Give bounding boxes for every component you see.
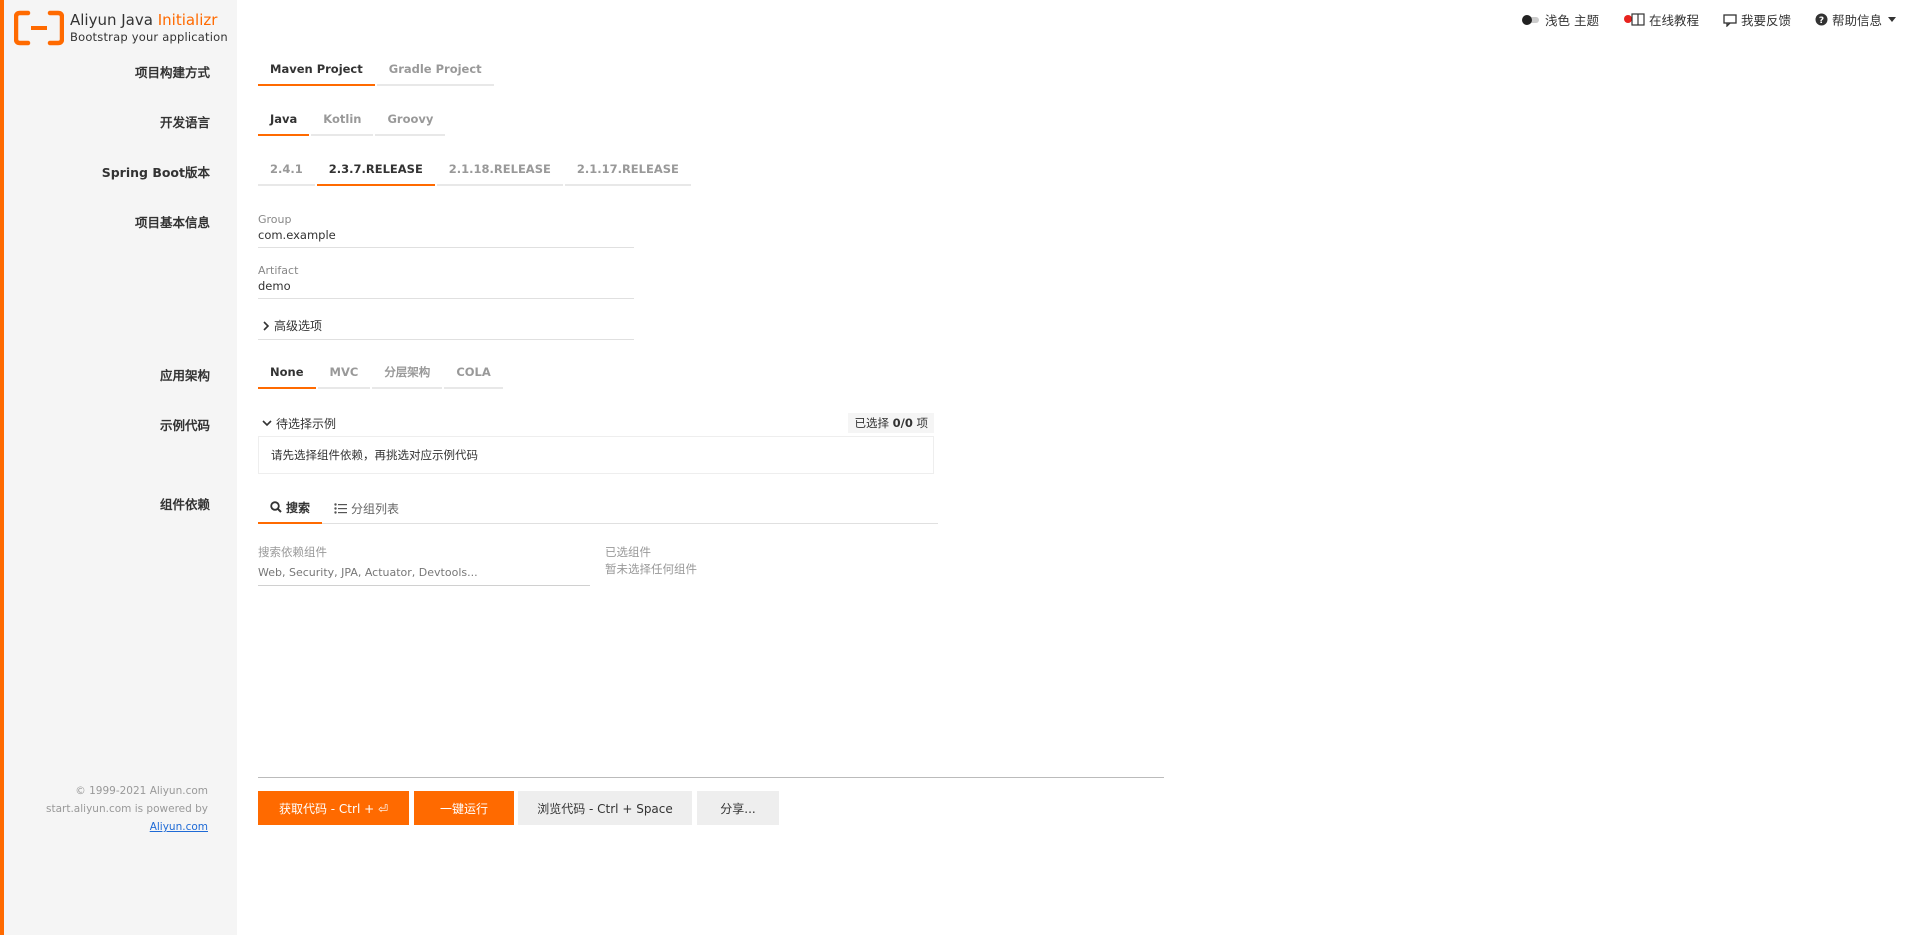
tab-lang-java[interactable]: Java [258, 108, 310, 136]
chevron-down-icon [262, 419, 272, 427]
top-nav: 浅色 主题 在线教程 我要反馈 ? 帮助信息 [1497, 10, 1900, 29]
tab-build-maven[interactable]: Maven Project [258, 58, 375, 86]
dependencies-label: 组件依赖 [159, 497, 210, 512]
group-field-value[interactable]: com.example [258, 227, 634, 247]
build-tabs: Maven Project Gradle Project [258, 58, 496, 86]
tab-lang-kotlin[interactable]: Kotlin [311, 108, 374, 136]
tab-dep-search-label: 搜索 [286, 500, 311, 515]
tab-dep-groups-label: 分组列表 [351, 501, 400, 516]
brand-tagline: Bootstrap your application [70, 30, 228, 44]
language-tabs: Java Kotlin Groovy [258, 108, 447, 136]
feedback-label: 我要反馈 [1740, 13, 1791, 28]
tab-lang-groovy[interactable]: Groovy [375, 108, 446, 136]
tab-arch-none[interactable]: None [258, 361, 316, 389]
selected-dependencies: 已选组件 暂未选择任何组件 [605, 544, 697, 578]
share-button[interactable]: 分享... [697, 791, 779, 825]
tab-arch-cola[interactable]: COLA [444, 361, 503, 389]
help-label: 帮助信息 [1831, 13, 1882, 28]
tab-build-gradle[interactable]: Gradle Project [376, 58, 494, 86]
help-menu[interactable]: ? 帮助信息 [1815, 10, 1900, 29]
svg-text:?: ? [1819, 16, 1824, 26]
dependency-tabs: 搜索 分组列表 [258, 492, 938, 524]
tab-arch-mvc[interactable]: MVC [317, 361, 371, 389]
list-icon [334, 502, 348, 514]
sidebar: Aliyun Java Initializr Bootstrap your ap… [4, 0, 237, 935]
group-field[interactable]: Group com.example [258, 212, 634, 248]
advanced-options-label: 高级选项 [274, 319, 323, 333]
chevron-right-icon [262, 320, 270, 331]
aliyun-link[interactable]: Aliyun.com [150, 821, 208, 833]
dependency-search: 搜索依赖组件 [258, 544, 590, 586]
tab-arch-layered[interactable]: 分层架构 [372, 361, 443, 389]
tab-boot-2118[interactable]: 2.1.18.RELEASE [436, 158, 563, 186]
artifact-field-value[interactable]: demo [258, 278, 634, 298]
boot-version-tabs: 2.4.1 2.3.7.RELEASE 2.1.18.RELEASE 2.1.1… [258, 158, 693, 186]
powered-by-text: start.aliyun.com is powered by [46, 803, 208, 815]
advanced-options-toggle[interactable]: 高级选项 [258, 312, 634, 340]
tab-dep-groups[interactable]: 分组列表 [322, 492, 411, 524]
examples-count-badge: 已选择 0/0 项 [848, 413, 934, 433]
language-label: 开发语言 [159, 115, 210, 130]
architecture-label: 应用架构 [159, 368, 210, 383]
tab-boot-241[interactable]: 2.4.1 [258, 158, 315, 186]
theme-toggle[interactable]: 浅色 主题 [1521, 10, 1599, 29]
browse-code-button[interactable]: 浏览代码 - Ctrl + Space [518, 791, 692, 825]
metadata-label: 项目基本信息 [134, 215, 210, 230]
artifact-field[interactable]: Artifact demo [258, 263, 634, 299]
tutorial-label: 在线教程 [1648, 13, 1699, 28]
boot-version-label: Spring Boot版本 [101, 165, 210, 180]
examples-hint: 请先选择组件依赖，再挑选对应示例代码 [258, 436, 934, 474]
brand-name: Aliyun Java Initializr [70, 11, 218, 29]
book-icon [1623, 12, 1645, 27]
tab-dep-search[interactable]: 搜索 [258, 492, 323, 524]
examples-label: 示例代码 [159, 418, 210, 433]
feedback-icon [1723, 13, 1737, 27]
tab-boot-2117[interactable]: 2.1.17.RELEASE [564, 158, 691, 186]
selected-dependencies-empty: 暂未选择任何组件 [605, 562, 697, 576]
toggle-icon [1521, 14, 1541, 26]
tab-boot-237[interactable]: 2.3.7.RELEASE [316, 158, 435, 186]
brand-logo[interactable]: Aliyun Java Initializr Bootstrap your ap… [13, 10, 228, 46]
tutorial-link[interactable]: 在线教程 [1623, 10, 1699, 29]
help-icon: ? [1815, 13, 1828, 26]
build-label: 项目构建方式 [134, 65, 210, 80]
copyright-text: © 1999-2021 Aliyun.com [75, 785, 208, 797]
architecture-tabs: None MVC 分层架构 COLA [258, 361, 505, 389]
dependency-search-label: 搜索依赖组件 [258, 545, 327, 559]
examples-header[interactable]: 待选择示例 已选择 0/0 项 [258, 410, 934, 436]
dependency-search-input[interactable] [258, 560, 590, 585]
examples-header-label: 待选择示例 [276, 416, 337, 431]
caret-down-icon [1888, 16, 1896, 23]
aliyun-logo-icon [13, 10, 65, 46]
search-icon [270, 501, 282, 513]
get-code-button[interactable]: 获取代码 - Ctrl + ⏎ [258, 791, 409, 825]
selected-dependencies-label: 已选组件 [605, 545, 651, 559]
actions-divider [258, 777, 1164, 778]
footer-copyright: © 1999-2021 Aliyun.com start.aliyun.com … [46, 782, 208, 836]
group-field-label: Group [258, 213, 292, 226]
feedback-link[interactable]: 我要反馈 [1723, 10, 1791, 29]
run-button[interactable]: 一键运行 [414, 791, 514, 825]
theme-label: 浅色 主题 [1544, 13, 1599, 28]
artifact-field-label: Artifact [258, 264, 299, 277]
